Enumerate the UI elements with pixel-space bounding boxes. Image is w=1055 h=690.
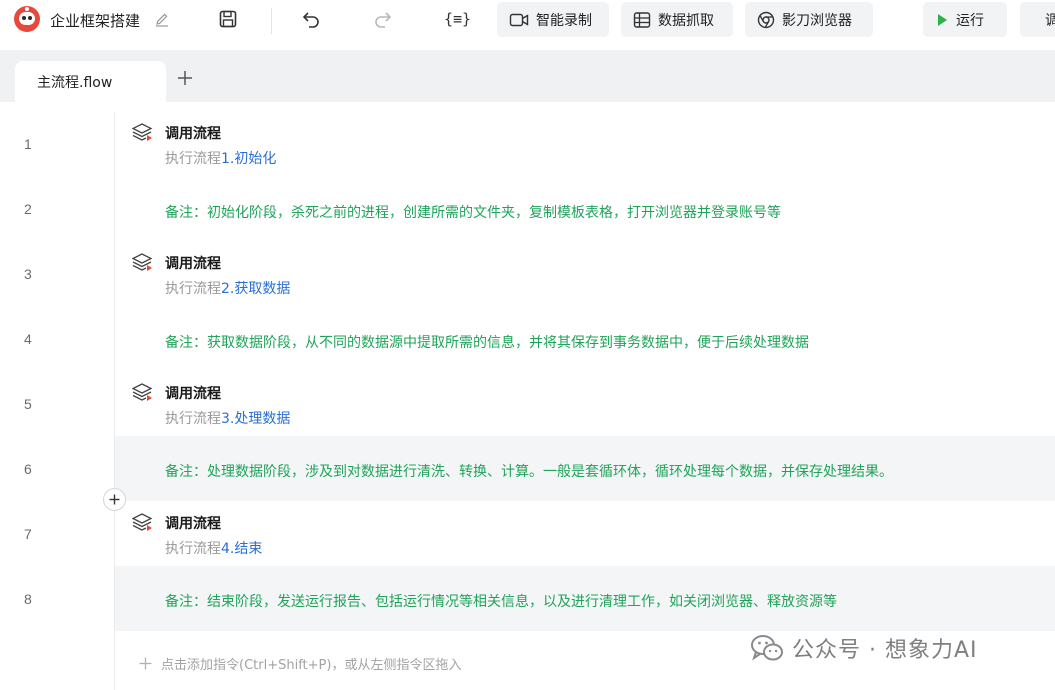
smart-record-label: 智能录制	[536, 12, 592, 29]
layers-stack-icon	[131, 122, 154, 146]
tab-main-flow[interactable]: 主流程.flow	[15, 61, 166, 102]
insert-step-button[interactable]	[103, 488, 126, 511]
run-button[interactable]: 运行	[923, 2, 1007, 37]
command-title: 调用流程	[165, 516, 221, 532]
flow-comment[interactable]: 备注：结束阶段，发送运行报告、包括运行情况等相关信息，以及进行清理工作，如关闭浏…	[165, 591, 837, 611]
flow-target-link[interactable]: 1.初始化	[221, 151, 276, 167]
line-number: 5	[24, 396, 32, 412]
command-prefix: 执行流程	[165, 541, 221, 557]
table-grid-icon	[633, 11, 651, 28]
toolbar-divider	[271, 8, 272, 34]
line-number: 3	[24, 266, 32, 282]
command-title: 调用流程	[165, 126, 221, 142]
flow-target-link[interactable]: 3.处理数据	[221, 411, 290, 427]
flow-comment[interactable]: 备注：处理数据阶段，涉及到对数据进行清洗、转换、计算。一般是套循环体，循环处理每…	[165, 461, 893, 481]
debug-label: 调	[1045, 12, 1055, 29]
chrome-browser-icon	[757, 11, 775, 28]
command-title: 调用流程	[165, 386, 221, 402]
line-number: 4	[24, 331, 32, 347]
video-camera-icon	[509, 13, 529, 26]
data-scrape-label: 数据抓取	[658, 12, 714, 29]
undo-icon[interactable]	[301, 9, 321, 33]
add-instruction-hint[interactable]: 点击添加指令(Ctrl+Shift+P)，或从左侧指令区拖入	[139, 654, 461, 673]
layers-stack-icon	[131, 252, 154, 276]
command-subtitle: 执行流程1.初始化	[165, 148, 276, 168]
command-subtitle: 执行流程4.结束	[165, 538, 262, 558]
yingdao-browser-label: 影刀浏览器	[782, 12, 852, 29]
line-number: 8	[24, 591, 32, 607]
redo-icon[interactable]	[373, 9, 393, 33]
data-scrape-button[interactable]: 数据抓取	[621, 2, 733, 37]
line-number: 7	[24, 526, 32, 542]
command-subtitle: 执行流程2.获取数据	[165, 278, 290, 298]
watermark-text: 公众号 · 想象力AI	[792, 638, 978, 663]
pencil-icon[interactable]	[154, 11, 170, 31]
run-label: 运行	[956, 12, 984, 29]
flow-target-link[interactable]: 2.获取数据	[221, 281, 290, 297]
flow-comment[interactable]: 备注：初始化阶段，杀死之前的进程，创建所需的文件夹，复制模板表格，打开浏览器并登…	[165, 202, 781, 222]
command-subtitle: 执行流程3.处理数据	[165, 408, 290, 428]
tab-strip: 主流程.flow	[0, 50, 1055, 102]
line-number: 6	[24, 461, 32, 477]
add-instruction-text: 点击添加指令(Ctrl+Shift+P)，或从左侧指令区拖入	[161, 658, 462, 673]
line-number: 1	[24, 136, 32, 152]
top-toolbar: 企业框架搭建 {≡} 智能录制 数据抓取 影刀浏览器 运行 调	[0, 0, 1055, 42]
wechat-icon	[751, 635, 783, 661]
app-title[interactable]: 企业框架搭建	[50, 10, 140, 31]
save-icon[interactable]	[218, 9, 238, 33]
flow-comment[interactable]: 备注：获取数据阶段，从不同的数据源中提取所需的信息，并将其保存到事务数据中，便于…	[165, 332, 809, 352]
command-prefix: 执行流程	[165, 411, 221, 427]
command-prefix: 执行流程	[165, 151, 221, 167]
plus-icon	[109, 494, 120, 505]
debug-button[interactable]: 调	[1020, 2, 1055, 37]
tab-main-flow-label: 主流程.flow	[37, 75, 113, 91]
add-tab-icon[interactable]	[177, 70, 193, 90]
layers-stack-icon	[131, 512, 154, 536]
command-prefix: 执行流程	[165, 281, 221, 297]
flow-target-link[interactable]: 4.结束	[221, 541, 262, 557]
app-logo	[14, 6, 40, 32]
yingdao-browser-button[interactable]: 影刀浏览器	[745, 2, 873, 37]
variables-icon[interactable]: {≡}	[444, 10, 471, 28]
command-title: 调用流程	[165, 256, 221, 272]
play-icon	[938, 13, 947, 26]
layers-stack-icon	[131, 382, 154, 406]
plus-icon	[139, 657, 152, 670]
gutter-divider	[114, 112, 115, 690]
wechat-watermark: 公众号 · 想象力AI	[750, 632, 978, 664]
line-number: 2	[24, 201, 32, 217]
smart-record-button[interactable]: 智能录制	[497, 2, 609, 37]
